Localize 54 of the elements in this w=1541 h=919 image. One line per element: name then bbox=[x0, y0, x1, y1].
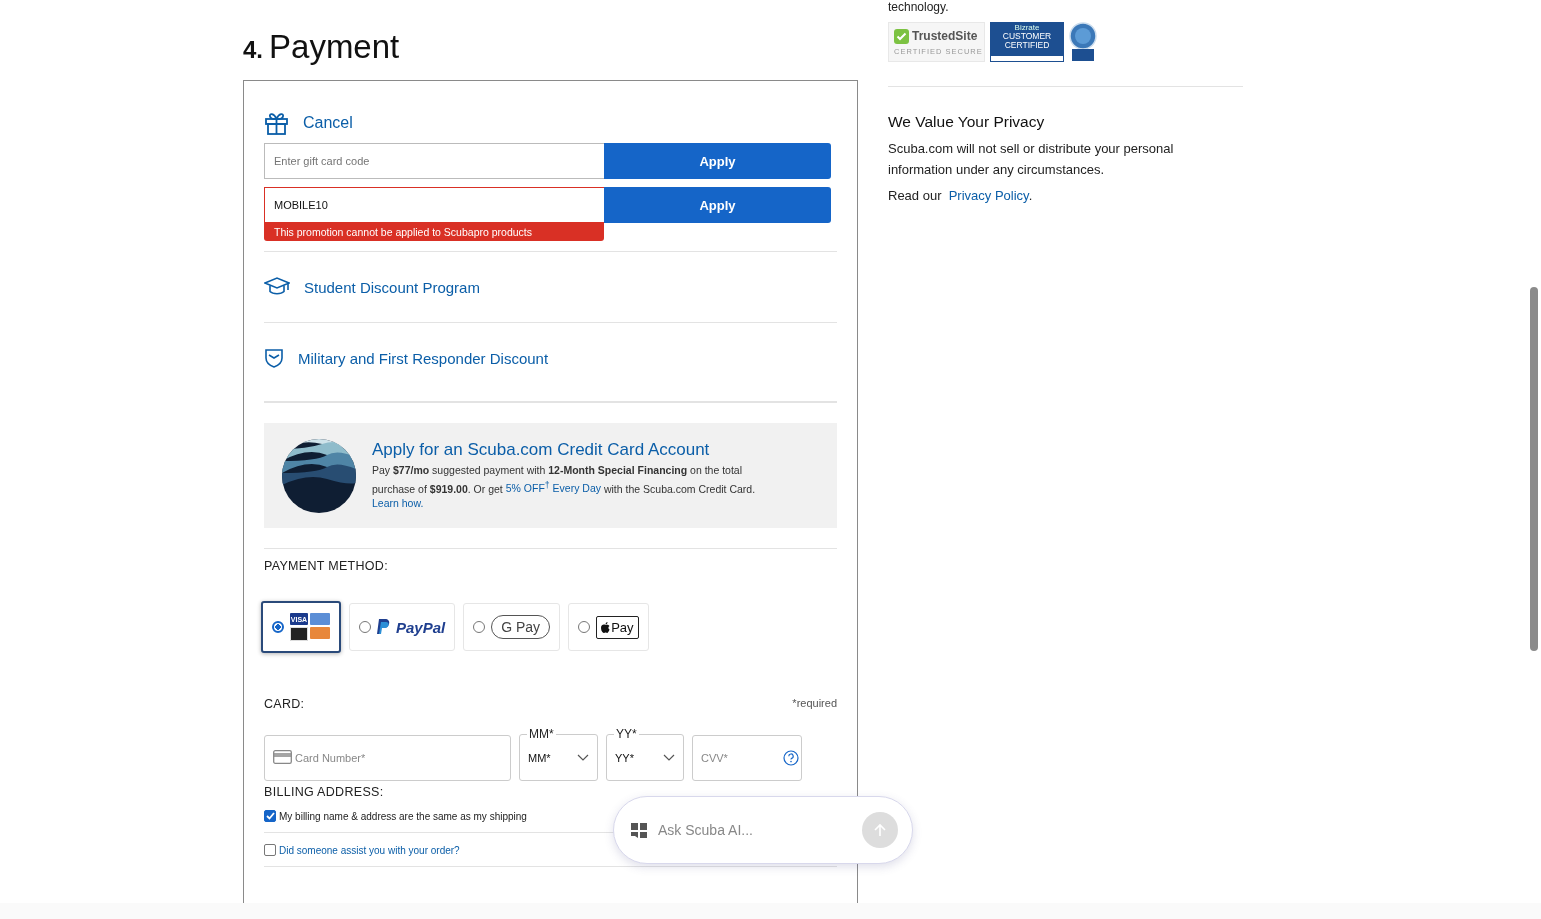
gift-icon bbox=[264, 111, 289, 135]
radio-button[interactable] bbox=[359, 621, 371, 633]
chat-field[interactable]: Ask Scuba AI... bbox=[613, 796, 913, 864]
checkbox-label: My billing name & address are the same as my shipping bbox=[279, 810, 527, 822]
graduation-cap-icon bbox=[264, 277, 290, 297]
checkbox[interactable] bbox=[264, 844, 276, 856]
help-icon[interactable] bbox=[783, 750, 799, 766]
cvv-field[interactable]: CVV* bbox=[692, 735, 802, 781]
discount-link[interactable]: Student Discount Program bbox=[304, 278, 480, 296]
apply-button[interactable]: Apply bbox=[604, 143, 831, 179]
chevron-down-icon bbox=[577, 754, 589, 761]
required-note: *required bbox=[792, 697, 837, 711]
offer-link[interactable]: Learn how. bbox=[372, 497, 424, 510]
discount-link[interactable]: Military and First Responder Discount bbox=[298, 349, 549, 367]
payment-option[interactable]: G Pay bbox=[463, 603, 561, 651]
credit-offer-title[interactable]: Apply for an Scuba.com Credit Card Account bbox=[372, 439, 787, 460]
payment-method-label: PAYMENT METHOD: bbox=[264, 559, 389, 573]
privacy-heading: We Value Your Privacy bbox=[888, 113, 1046, 131]
privacy-policy-sentence: Read our Privacy Policy. bbox=[888, 187, 1034, 205]
payment-option[interactable]: PayPal bbox=[349, 603, 456, 651]
chevron-down-icon bbox=[663, 754, 675, 761]
month-select[interactable]: MM* MM* bbox=[519, 727, 598, 781]
assist-link[interactable]: Did someone assist you with your order? bbox=[279, 844, 460, 856]
cut-off-text: technology. bbox=[888, 0, 950, 14]
bizrate-badge[interactable]: Bizrate CUSTOMER CERTIFIED bbox=[990, 22, 1064, 62]
checkbox[interactable] bbox=[264, 810, 276, 822]
radio-button[interactable] bbox=[578, 621, 591, 633]
shield-icon bbox=[264, 348, 284, 368]
apple-pay-logo: Pay bbox=[596, 615, 639, 639]
credit-offer-text: Pay $77/mo suggested payment with 12-Month Special Financing on the total purchase of $919.00. Or get 5% OFF$^{†}$ Every Day with the Scuba.com Credit Card. Learn how. bbox=[372, 462, 757, 512]
year-select[interactable]: YY* YY* bbox=[606, 727, 684, 781]
privacy-text: Scuba.com will not sell or distribute your personal information under any circumstances. bbox=[888, 140, 1175, 179]
paypal-logo: PayPal bbox=[396, 618, 446, 636]
gift-card-field[interactable]: Enter gift card code bbox=[264, 143, 604, 179]
seal-icon[interactable] bbox=[1069, 22, 1097, 62]
privacy-policy-link[interactable]: Privacy Policy bbox=[948, 188, 1029, 203]
credit-card-icon bbox=[273, 750, 292, 764]
step-number: 4. bbox=[243, 36, 263, 64]
offer-link[interactable]: 5% OFF$^{†}$ Every Day bbox=[505, 482, 602, 495]
card-number-field[interactable]: Card Number* bbox=[264, 735, 511, 781]
arrow-up-icon bbox=[873, 823, 887, 837]
paypal-logo-icon bbox=[377, 619, 390, 635]
payment-option[interactable]: Pay bbox=[568, 603, 649, 651]
chat-icon bbox=[630, 821, 648, 839]
promo-code-field[interactable]: MOBILE10 bbox=[264, 187, 604, 223]
chat-input[interactable]: Ask Scuba AI... bbox=[658, 815, 852, 845]
radio-button[interactable] bbox=[272, 621, 284, 633]
billing-address-label: BILLING ADDRESS: bbox=[264, 785, 385, 799]
apply-button[interactable]: Apply bbox=[604, 187, 831, 223]
cancel-link[interactable]: Cancel bbox=[303, 114, 353, 132]
error-message: This promotion cannot be applied to Scubapro products bbox=[264, 223, 604, 241]
radio-button[interactable] bbox=[473, 621, 486, 633]
card-label: CARD: bbox=[264, 697, 305, 711]
section-title: Payment bbox=[269, 28, 400, 66]
